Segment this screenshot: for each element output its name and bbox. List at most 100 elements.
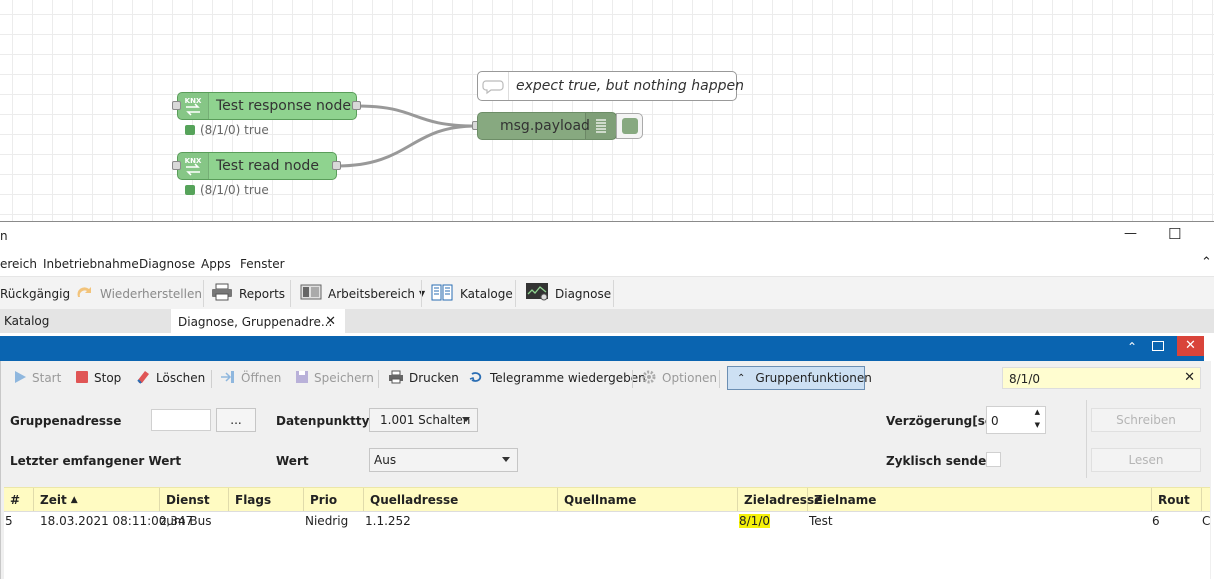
group-address-input[interactable] [151, 409, 211, 431]
col-rout[interactable]: Rout [1152, 488, 1202, 511]
value-label: Wert [276, 454, 309, 468]
node-status-text: (8/1/0) true [200, 183, 269, 197]
stop-button[interactable]: Stop [75, 363, 121, 393]
toolbar-separator [378, 370, 379, 388]
workspace-button[interactable]: Arbeitsbereich ▼ [300, 277, 425, 310]
open-label: Öffnen [241, 371, 282, 385]
restore-panel-icon[interactable] [1152, 341, 1164, 351]
ribbon-separator [515, 280, 516, 307]
diagnostics-button[interactable]: Diagnose [525, 277, 611, 310]
cell-source: 1.1.252 [365, 514, 411, 528]
toolbar-separator [719, 370, 720, 388]
cyclic-checkbox[interactable] [986, 452, 1001, 467]
save-label: Speichern [314, 371, 374, 385]
menu-item-bereich[interactable]: ereich [0, 257, 37, 271]
options-button[interactable]: Optionen [641, 363, 717, 393]
knx-icon: KNX [178, 93, 209, 119]
dpt-select[interactable]: 1.001 Schalten [369, 408, 478, 432]
tab-diagnose-active[interactable]: Diagnose, Gruppenadre... ✕ [171, 309, 345, 333]
col-source-name[interactable]: Quellname [558, 488, 738, 511]
open-button[interactable]: Öffnen [220, 363, 281, 393]
minimize-icon[interactable]: — [1124, 226, 1137, 241]
redo-button[interactable]: Wiederherstellen [74, 277, 202, 310]
status-dot-icon [185, 125, 195, 135]
spin-up-icon[interactable]: ▲ [1035, 408, 1040, 416]
browse-button[interactable]: ... [216, 408, 256, 432]
panel-titlebar: ⌃ ✕ [0, 336, 1204, 361]
save-button[interactable]: Speichern [295, 363, 374, 393]
filter-value: 8/1/0 [1009, 372, 1040, 386]
col-service[interactable]: Dienst [160, 488, 229, 511]
close-tab-icon[interactable]: ✕ [325, 314, 336, 329]
maximize-icon[interactable]: ☐ [1168, 225, 1181, 243]
ribbon-separator [203, 280, 204, 307]
start-label: Start [32, 371, 62, 385]
col-target-name[interactable]: Zielname [808, 488, 1152, 511]
window-titlebar: n — ☐ [0, 222, 1214, 252]
toolbar-separator [211, 370, 212, 388]
clear-filter-icon[interactable]: ✕ [1184, 370, 1195, 385]
comment-icon [478, 72, 509, 100]
menu-item-apps[interactable]: Apps [201, 257, 231, 271]
group-functions-label: Gruppenfunktionen [755, 371, 872, 385]
catalogs-button[interactable]: Kataloge [430, 277, 513, 310]
read-button[interactable]: Lesen [1091, 448, 1201, 472]
menu-item-diagnose[interactable]: Diagnose [139, 257, 195, 271]
col-num[interactable]: # [4, 488, 34, 511]
comment-node[interactable]: expect true, but nothing happen [477, 71, 744, 101]
close-panel-icon[interactable]: ✕ [1177, 336, 1204, 356]
header-label: Flags [235, 492, 272, 507]
node-input-port[interactable] [172, 101, 181, 110]
comment-text: expect true, but nothing happen [516, 78, 744, 94]
col-target[interactable]: Zieladresse [738, 488, 822, 511]
group-functions-toggle[interactable]: ⌃ Gruppenfunktionen [727, 366, 872, 390]
table-header: # Zeit ▲ Dienst Flags Prio Quelladresse Q… [4, 487, 1210, 512]
col-prio[interactable]: Prio [304, 488, 364, 511]
header-label: Dienst [166, 492, 210, 507]
spin-down-icon[interactable]: ▼ [1035, 421, 1040, 429]
menu-item-fenster[interactable]: Fenster [240, 257, 285, 271]
replay-button[interactable]: Telegramme wiedergeben [469, 363, 646, 393]
knx-icon: KNX [178, 153, 209, 179]
node-output-port[interactable] [352, 101, 361, 110]
debug-node[interactable]: msg.payload [477, 112, 617, 140]
toolbar-separator [632, 370, 633, 388]
node-status: (8/1/0) true [185, 183, 269, 197]
flow-node-test-response[interactable]: KNX Test response node [177, 92, 357, 120]
group-address-label: Gruppenadresse [10, 414, 122, 428]
start-button[interactable]: Start [13, 363, 61, 393]
node-label: Test response node [216, 98, 351, 114]
print-button[interactable]: Drucken [388, 363, 459, 393]
undo-button[interactable]: Rückgängig [0, 277, 70, 310]
col-time[interactable]: Zeit ▲ [34, 488, 160, 511]
col-source[interactable]: Quelladresse [364, 488, 558, 511]
reports-label: Reports [239, 286, 286, 301]
collapse-ribbon-icon[interactable]: ⌃ [1201, 255, 1212, 270]
filter-input[interactable]: 8/1/0 ✕ [1002, 367, 1201, 389]
read-label: Lesen [1128, 453, 1164, 467]
delay-spinner[interactable]: 0 ▲ ▼ [986, 406, 1046, 434]
ribbon-toolbar: Rückgängig Wiederherstellen Reports Arbe… [0, 276, 1214, 310]
node-input-port[interactable] [172, 161, 181, 170]
node-output-port[interactable] [332, 161, 341, 170]
collapse-panel-icon[interactable]: ⌃ [1127, 340, 1137, 354]
delete-button[interactable]: Löschen [135, 363, 205, 393]
flow-node-test-read[interactable]: KNX Test read node [177, 152, 337, 180]
debug-label: msg.payload [500, 118, 590, 134]
redo-icon [74, 283, 94, 304]
cell-rout: 6 [1152, 514, 1160, 528]
write-button[interactable]: Schreiben [1091, 408, 1201, 432]
menu-item-inbetriebnahme[interactable]: Inbetriebnahme [43, 257, 139, 271]
header-label: Zielname [814, 492, 877, 507]
delete-label: Löschen [156, 371, 206, 385]
tab-katalog[interactable]: Katalog [0, 309, 170, 333]
cyclic-label: Zyklisch senden [886, 454, 995, 468]
header-label: Quelladresse [370, 492, 459, 507]
debug-toggle-button[interactable] [616, 113, 643, 139]
value-select[interactable]: Aus [369, 448, 518, 472]
diagnostics-label: Diagnose [555, 286, 612, 301]
reports-button[interactable]: Reports [211, 277, 285, 310]
col-flags[interactable]: Flags [229, 488, 304, 511]
options-label: Optionen [662, 371, 718, 385]
flow-canvas[interactable]: KNX Test response node (8/1/0) true KNX … [0, 0, 1214, 222]
